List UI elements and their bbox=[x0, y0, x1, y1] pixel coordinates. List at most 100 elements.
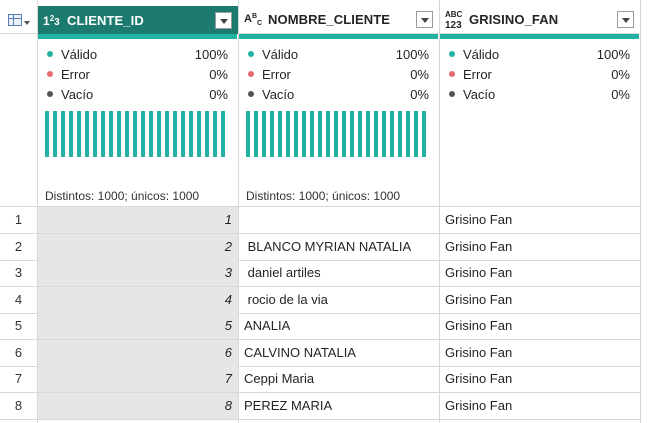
row-number: 3 bbox=[14, 265, 23, 280]
cell-grisino-fan[interactable]: Grisino Fan bbox=[439, 234, 640, 260]
distribution-bar[interactable] bbox=[77, 111, 81, 157]
cell-cliente-id[interactable]: 1 bbox=[37, 207, 238, 233]
cell-grisino-fan[interactable]: Grisino Fan bbox=[439, 340, 640, 366]
table-row[interactable]: 33 daniel artiles Grisino Fan bbox=[0, 260, 640, 287]
valid-dot-icon bbox=[47, 51, 53, 57]
cell-cliente-id[interactable]: 5 bbox=[37, 313, 238, 339]
cell-grisino-fan[interactable]: Grisino Fan bbox=[439, 313, 640, 339]
distribution-bar[interactable] bbox=[189, 111, 193, 157]
column-header-nombre-cliente[interactable]: ABC NOMBRE_CLIENTE bbox=[238, 6, 439, 34]
distribution-bar[interactable] bbox=[406, 111, 410, 157]
table-row[interactable]: 5 5 ANALIA Grisino Fan bbox=[0, 313, 640, 340]
cell-cliente-id[interactable]: 2 bbox=[37, 233, 238, 260]
distribution-bar[interactable] bbox=[262, 111, 266, 157]
cell-nombre-cliente[interactable]: Ceppi Maria bbox=[238, 366, 439, 392]
distribution-bar[interactable] bbox=[334, 111, 338, 157]
cell-nombre-cliente[interactable] bbox=[238, 207, 439, 233]
distribution-bar[interactable] bbox=[358, 111, 362, 157]
cell-grisino-fan[interactable]: Grisino Fan bbox=[439, 260, 640, 286]
distribution-bar[interactable] bbox=[398, 111, 402, 157]
distribution-bar[interactable] bbox=[254, 111, 258, 157]
table-row[interactable]: 8 8 PEREZ MARIA Grisino Fan bbox=[0, 392, 640, 420]
distribution-bar[interactable] bbox=[310, 111, 314, 157]
cell-nombre-cliente[interactable]: daniel artiles bbox=[238, 260, 439, 286]
table-menu-button[interactable] bbox=[0, 6, 37, 34]
stat-value: 0% bbox=[209, 86, 228, 102]
distribution-bar[interactable] bbox=[302, 111, 306, 157]
distribution-bar[interactable] bbox=[165, 111, 169, 157]
table-row[interactable]: 7 7 Ceppi Maria Grisino Fan bbox=[0, 366, 640, 393]
distribution-bar[interactable] bbox=[382, 111, 386, 157]
distribution-bar[interactable] bbox=[69, 111, 73, 157]
distribution-bar[interactable] bbox=[101, 111, 105, 157]
column-name: GRISINO_FAN bbox=[469, 12, 559, 27]
distribution-chart[interactable] bbox=[45, 111, 227, 157]
distribution-bar[interactable] bbox=[318, 111, 322, 157]
distribution-bar[interactable] bbox=[117, 111, 121, 157]
distribution-bar[interactable] bbox=[45, 111, 49, 157]
cell-grisino-fan[interactable]: Grisino Fan bbox=[439, 207, 640, 233]
distribution-bar[interactable] bbox=[221, 111, 225, 157]
distribution-bar[interactable] bbox=[326, 111, 330, 157]
distribution-bar[interactable] bbox=[342, 111, 346, 157]
distribution-bar[interactable] bbox=[173, 111, 177, 157]
distribution-bar[interactable] bbox=[125, 111, 129, 157]
cell-grisino-fan[interactable]: Grisino Fan bbox=[439, 287, 640, 313]
table-row[interactable]: 1 1 Grisino Fan bbox=[0, 207, 640, 234]
column-filter-dropdown[interactable] bbox=[416, 11, 433, 28]
distribution-bar[interactable] bbox=[133, 111, 137, 157]
distribution-bar[interactable] bbox=[270, 111, 274, 157]
distribution-bar[interactable] bbox=[294, 111, 298, 157]
distribution-bar[interactable] bbox=[213, 111, 217, 157]
distribution-bar[interactable] bbox=[350, 111, 354, 157]
column-header-cliente-id[interactable]: 123 CLIENTE_ID bbox=[37, 6, 238, 34]
cell-nombre-cliente[interactable]: ANALIA bbox=[238, 313, 439, 339]
cell-nombre-cliente[interactable]: PEREZ MARIA bbox=[238, 393, 439, 419]
distribution-bar[interactable] bbox=[53, 111, 57, 157]
column-header-grisino-fan[interactable]: ABC 123 GRISINO_FAN bbox=[439, 6, 640, 34]
distribution-bar[interactable] bbox=[390, 111, 394, 157]
table-icon bbox=[7, 13, 22, 26]
distribution-bar[interactable] bbox=[414, 111, 418, 157]
cell-grisino-fan[interactable]: Grisino Fan bbox=[439, 366, 640, 392]
column-filter-dropdown[interactable] bbox=[617, 11, 634, 28]
cell-nombre-cliente[interactable]: BLANCO MYRIAN NATALIA bbox=[238, 234, 439, 260]
distribution-bar[interactable] bbox=[205, 111, 209, 157]
row-number: 6 bbox=[14, 344, 23, 360]
cell-cliente-id[interactable]: 3 bbox=[37, 260, 238, 286]
distribution-bar[interactable] bbox=[422, 111, 426, 157]
distribution-bar[interactable] bbox=[374, 111, 378, 157]
distribution-bar[interactable] bbox=[149, 111, 153, 157]
stat-label: Error bbox=[61, 66, 90, 82]
cell-grisino-fan[interactable]: Grisino Fan bbox=[439, 393, 640, 419]
cell-cliente-id[interactable]: 7 bbox=[37, 366, 238, 392]
cell-nombre-cliente[interactable]: rocio de la via bbox=[238, 287, 439, 313]
stat-value: 0% bbox=[209, 66, 228, 82]
distribution-bar[interactable] bbox=[93, 111, 97, 157]
table-row[interactable]: 6 6 CALVINO NATALIA Grisino Fan bbox=[0, 339, 640, 367]
distribution-bar[interactable] bbox=[109, 111, 113, 157]
distribution-bar[interactable] bbox=[197, 111, 201, 157]
cell-cliente-id[interactable]: 6 bbox=[37, 339, 238, 366]
distribution-bar[interactable] bbox=[286, 111, 290, 157]
distribution-bar[interactable] bbox=[181, 111, 185, 157]
distribution-bar[interactable] bbox=[278, 111, 282, 157]
whole-number-type-icon[interactable]: 123 bbox=[43, 14, 67, 28]
distribution-chart[interactable] bbox=[246, 111, 428, 157]
distribution-bar[interactable] bbox=[85, 111, 89, 157]
cell-cliente-id[interactable]: 8 bbox=[37, 392, 238, 419]
distribution-bar[interactable] bbox=[141, 111, 145, 157]
distribution-bar[interactable] bbox=[366, 111, 370, 157]
cell-nombre-cliente[interactable]: CALVINO NATALIA bbox=[238, 340, 439, 366]
table-row[interactable]: 22 BLANCO MYRIAN NATALIA Grisino Fan bbox=[0, 233, 640, 261]
valid-dot-icon bbox=[248, 51, 254, 57]
text-type-icon[interactable]: ABC bbox=[244, 12, 268, 28]
column-filter-dropdown[interactable] bbox=[215, 11, 232, 29]
any-type-icon[interactable]: ABC 123 bbox=[445, 9, 469, 31]
distribution-bar[interactable] bbox=[61, 111, 65, 157]
table-row[interactable]: 44 rocio de la via Grisino Fan bbox=[0, 286, 640, 314]
distribution-bar[interactable] bbox=[246, 111, 250, 157]
distribution-bar[interactable] bbox=[157, 111, 161, 157]
stat-label: Válido bbox=[262, 46, 299, 62]
cell-cliente-id[interactable]: 4 bbox=[37, 286, 238, 313]
